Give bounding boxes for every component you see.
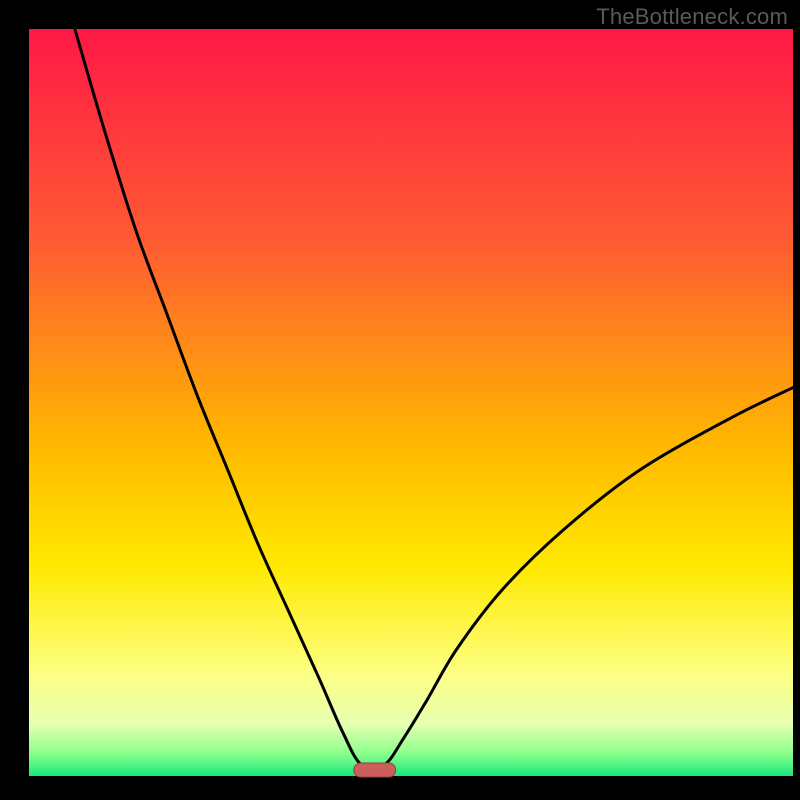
bottleneck-chart (0, 0, 800, 800)
plot-background (29, 29, 793, 776)
watermark-text: TheBottleneck.com (596, 4, 788, 30)
chart-frame: TheBottleneck.com (0, 0, 800, 800)
optimal-marker (354, 763, 396, 777)
